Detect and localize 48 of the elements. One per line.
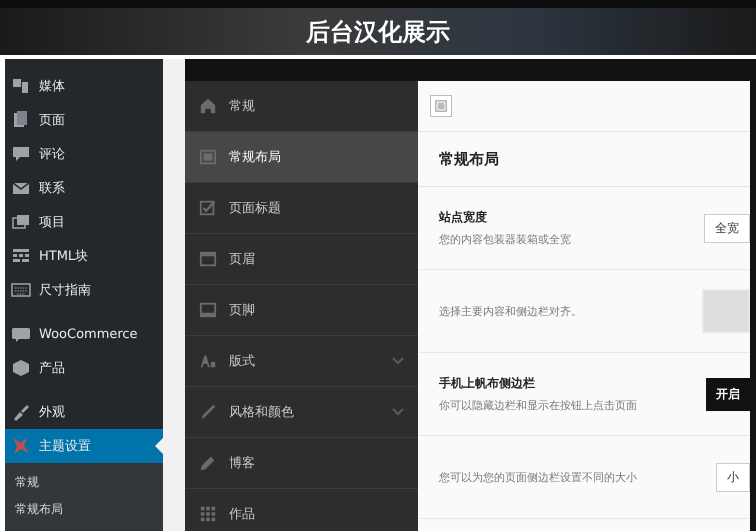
settings-nav-item[interactable]: 版式	[185, 336, 418, 387]
menu-icon	[11, 144, 31, 164]
settings-nav-item[interactable]: 页面标题	[185, 183, 418, 234]
menu-icon	[11, 402, 31, 422]
admin-menu-item[interactable]: HTML块	[5, 239, 163, 273]
nav-icon	[199, 301, 217, 319]
setting-description: 您可以为您的页面侧边栏设置不同的大小	[439, 470, 638, 484]
banner-title: 后台汉化展示	[306, 16, 450, 48]
menu-icon	[11, 358, 31, 378]
admin-menu-item[interactable]: 评论	[5, 137, 163, 171]
nav-icon	[199, 148, 217, 166]
admin-menu-item[interactable]: 媒体	[5, 69, 163, 103]
admin-menu-item[interactable]: 页面	[5, 103, 163, 137]
settings-nav-item[interactable]: 常规	[185, 81, 418, 132]
layout-icon	[435, 100, 447, 112]
nav-icon	[199, 250, 217, 268]
settings-nav-item[interactable]: 页脚	[185, 285, 418, 336]
layout-toggle-button[interactable]	[430, 95, 452, 117]
setting-title: 站点宽度	[439, 209, 488, 226]
menu-icon	[11, 76, 31, 96]
admin-menu-item[interactable]: 外观	[5, 395, 163, 429]
admin-menu-item[interactable]: 尺寸指南	[5, 273, 163, 307]
setting-title: 手机上帆布侧边栏	[439, 375, 536, 392]
admin-menu-item[interactable]: WooCommerce	[5, 317, 163, 351]
select-field[interactable]: 全宽	[704, 214, 750, 242]
nav-icon	[199, 199, 217, 217]
settings-nav-item[interactable]: 常规布局	[185, 132, 418, 183]
select-field[interactable]: 小	[716, 462, 750, 492]
nav-icon	[199, 454, 217, 472]
settings-nav-item[interactable]: 风格和颜色	[185, 387, 418, 438]
submenu-item[interactable]: 常规布局	[5, 496, 163, 523]
admin-menu-item[interactable]: 产品	[5, 351, 163, 385]
toggle-button[interactable]: 开启	[706, 378, 750, 410]
admin-menu-item[interactable]: 联系	[5, 171, 163, 205]
setting-description: 你可以隐藏边栏和显示在按钮上点击页面	[439, 398, 638, 413]
nav-icon	[199, 97, 217, 115]
settings-nav-item[interactable]: 博客	[185, 438, 418, 489]
submenu-item[interactable]: 常规	[5, 469, 163, 496]
setting-description: 您的内容包装器装箱或全宽	[439, 232, 572, 247]
settings-nav-item[interactable]: 页眉	[185, 234, 418, 285]
menu-icon	[11, 212, 31, 232]
setting-description: 选择主要内容和侧边栏对齐。	[439, 304, 583, 318]
admin-menu-item[interactable]: 项目	[5, 205, 163, 239]
nav-icon	[199, 403, 217, 421]
nav-icon	[199, 505, 217, 523]
settings-nav-item[interactable]: 作品	[185, 489, 418, 531]
admin-menu-item[interactable]: 主题设置	[5, 429, 163, 463]
menu-icon	[11, 436, 31, 456]
